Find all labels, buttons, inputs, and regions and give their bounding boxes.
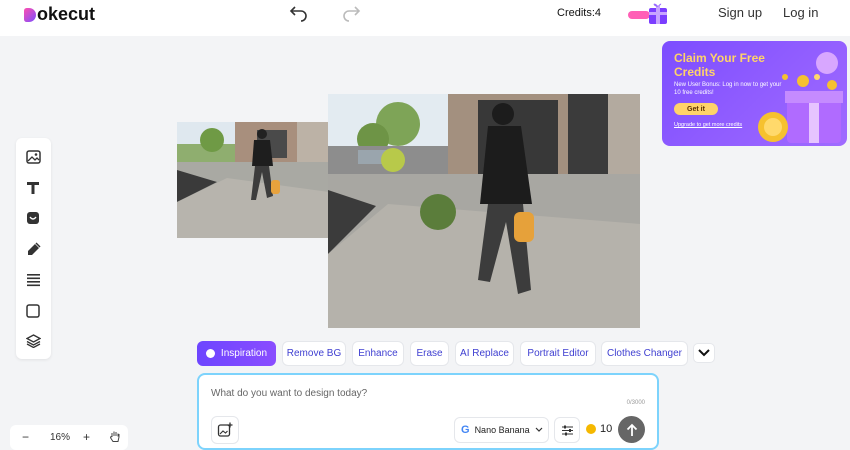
model-select[interactable]: G Nano Banana [454, 417, 549, 443]
left-toolbar [16, 138, 51, 359]
redo-icon [343, 6, 361, 22]
text-tool[interactable] [24, 179, 42, 197]
zoom-out-button[interactable]: − [22, 430, 29, 444]
model-name: Nano Banana [474, 425, 530, 435]
layers-icon [25, 334, 41, 348]
chip-erase[interactable]: Erase [410, 341, 449, 366]
chip-portrait-editor[interactable]: Portrait Editor [520, 341, 596, 366]
chip-ai-replace[interactable]: AI Replace [455, 341, 514, 366]
chevron-down-icon [698, 349, 710, 357]
prompt-box: 0/3000 G Nano Banana 10 [197, 373, 659, 450]
sliders-icon [561, 425, 573, 435]
chip-inspiration[interactable]: Inspiration [197, 341, 276, 366]
add-image-icon [217, 422, 233, 437]
logo-mark-icon [24, 7, 36, 22]
brush-tool[interactable] [24, 240, 42, 258]
lightbulb-icon [205, 349, 215, 358]
street-photo-small-image [177, 122, 329, 238]
undo-icon [289, 6, 307, 22]
promo-card: Claim Your Free Credits New User Bonus: … [662, 41, 847, 146]
sticker-icon [27, 212, 39, 224]
login-link[interactable]: Log in [783, 5, 818, 20]
zoom-level: 16% [50, 432, 71, 443]
canvas-photo-large[interactable] [328, 94, 640, 328]
logo[interactable]: okecut [24, 4, 95, 25]
image-tool[interactable] [24, 148, 42, 166]
add-image-button[interactable] [211, 416, 239, 444]
text-icon [27, 182, 39, 194]
upgrade-link[interactable]: Upgrade to get more credits [674, 122, 742, 128]
logo-text: okecut [37, 4, 96, 24]
hand-tool-button[interactable] [109, 430, 121, 446]
sticker-tool[interactable] [24, 209, 42, 227]
undo-button[interactable] [289, 2, 309, 27]
google-icon: G [461, 424, 470, 436]
gift-icon [628, 3, 667, 24]
hand-icon [110, 431, 120, 442]
prompt-input[interactable] [211, 385, 611, 401]
shape-icon [26, 304, 40, 318]
lines-icon [26, 274, 40, 287]
arrow-up-icon [626, 423, 637, 436]
credits-counter: Credits:4 [557, 7, 602, 19]
chip-enhance[interactable]: Enhance [352, 341, 404, 366]
settings-button[interactable] [554, 417, 580, 443]
layers-tool[interactable] [24, 332, 42, 350]
chevron-down-icon [535, 427, 543, 432]
image-icon [25, 150, 41, 164]
zoom-in-button[interactable]: + [83, 430, 90, 444]
coin-icon [586, 424, 596, 434]
chip-remove-bg[interactable]: Remove BG [282, 341, 346, 366]
shape-tool[interactable] [24, 302, 42, 320]
brush-icon [27, 241, 41, 255]
top-header: okecut Credits:4 Sign up Log in [0, 0, 850, 36]
street-photo-large-image [328, 94, 640, 328]
chip-label: Inspiration [220, 348, 268, 359]
credit-cost-value: 10 [600, 423, 613, 435]
canvas-photo-small[interactable] [177, 122, 329, 238]
gift-promo-button[interactable] [627, 2, 671, 26]
character-counter: 0/3000 [626, 400, 645, 406]
credit-cost: 10 [586, 423, 612, 435]
zoom-controls: − 16% + [10, 425, 128, 450]
gift-coins-illustration [758, 52, 843, 143]
get-it-button[interactable]: Get it [674, 103, 718, 115]
more-tools-button[interactable] [693, 343, 715, 363]
redo-button[interactable] [341, 2, 361, 27]
chip-clothes-changer[interactable]: Clothes Changer [601, 341, 688, 366]
lines-tool[interactable] [24, 271, 42, 289]
signup-link[interactable]: Sign up [718, 5, 762, 20]
send-button[interactable] [618, 416, 645, 443]
